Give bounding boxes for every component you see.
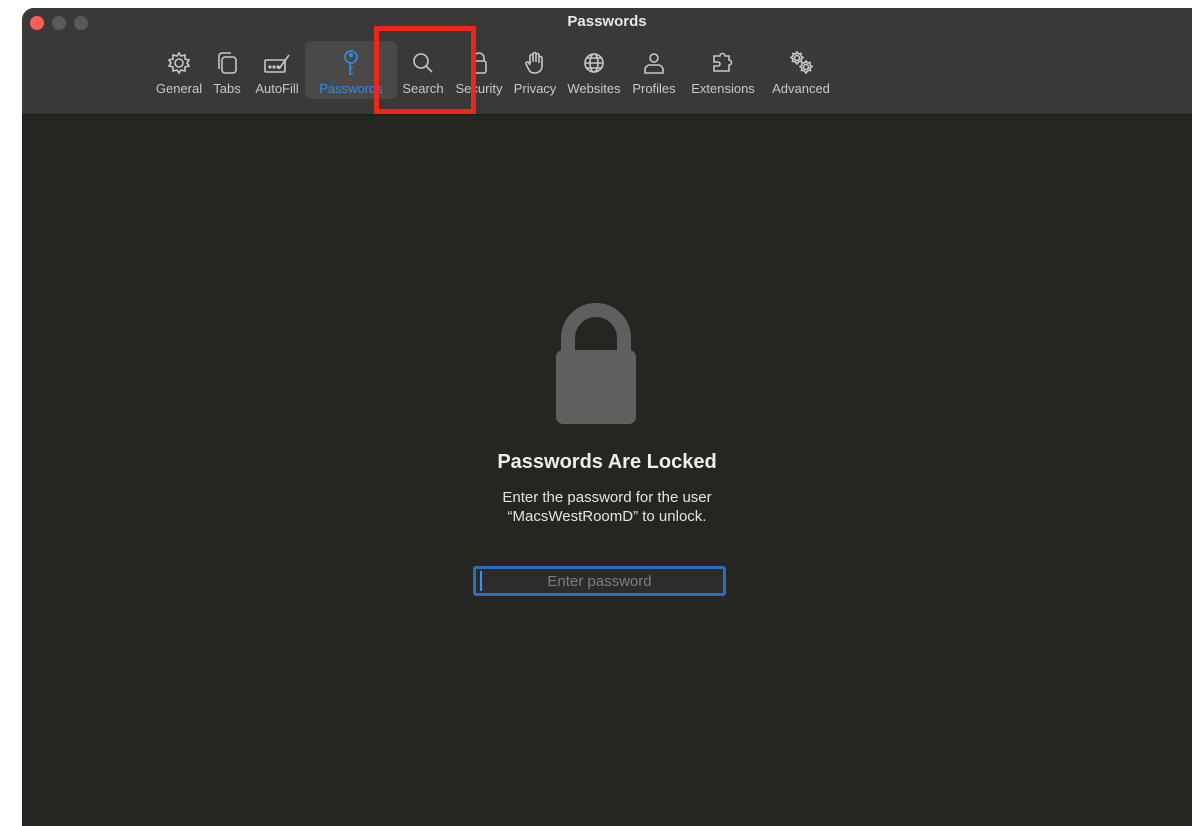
tab-autofill[interactable]: AutoFill (249, 41, 305, 99)
tab-label: Tabs (213, 81, 241, 96)
window-title: Passwords (567, 13, 647, 30)
magnifier-icon (413, 53, 433, 73)
locked-message: Enter the password for the user “MacsWes… (22, 488, 1192, 526)
gear-icon (167, 51, 191, 75)
tab-privacy[interactable]: Privacy (509, 41, 561, 99)
preferences-window: Passwords General Tabs AutoFill Password… (22, 8, 1192, 826)
tab-label: Security (455, 81, 503, 96)
password-input[interactable] (473, 566, 726, 596)
title-bar: Passwords General Tabs AutoFill Password… (22, 8, 1192, 115)
tab-extensions[interactable]: Extensions (681, 41, 765, 99)
gears-icon (789, 50, 814, 75)
tab-label: Passwords (319, 81, 383, 96)
preferences-toolbar: General Tabs AutoFill Passwords Search S… (153, 41, 837, 107)
puzzle-icon (713, 52, 733, 72)
tabs-icon (218, 52, 237, 74)
tab-tabs[interactable]: Tabs (205, 41, 249, 99)
tab-label: AutoFill (255, 81, 299, 96)
person-icon (644, 53, 664, 74)
lock-icon (471, 52, 487, 74)
tab-label: Advanced (772, 81, 830, 96)
tab-label: Search (402, 81, 444, 96)
tab-general[interactable]: General (153, 41, 205, 99)
text-caret (480, 571, 482, 591)
tab-security[interactable]: Security (449, 41, 509, 99)
tab-passwords[interactable]: Passwords (305, 41, 397, 99)
locked-message-line-2: “MacsWestRoomD” to unlock. (507, 508, 707, 525)
tab-label: Privacy (513, 81, 557, 96)
passwords-pane: Passwords Are Locked Enter the password … (22, 115, 1192, 826)
tab-profiles[interactable]: Profiles (627, 41, 681, 99)
tab-label: Profiles (632, 81, 676, 96)
hand-icon (525, 51, 543, 74)
tab-label: Extensions (691, 81, 755, 96)
tab-search[interactable]: Search (397, 41, 449, 99)
autofill-icon (264, 54, 290, 73)
key-icon (344, 50, 358, 75)
locked-title: Passwords Are Locked (497, 451, 717, 473)
tab-label: General (155, 81, 203, 96)
tab-websites[interactable]: Websites (561, 41, 627, 99)
tab-label: Websites (567, 81, 621, 96)
globe-icon (584, 53, 604, 73)
large-lock-icon (556, 303, 636, 424)
locked-message-line-1: Enter the password for the user (502, 489, 712, 506)
tab-advanced[interactable]: Advanced (765, 41, 837, 99)
